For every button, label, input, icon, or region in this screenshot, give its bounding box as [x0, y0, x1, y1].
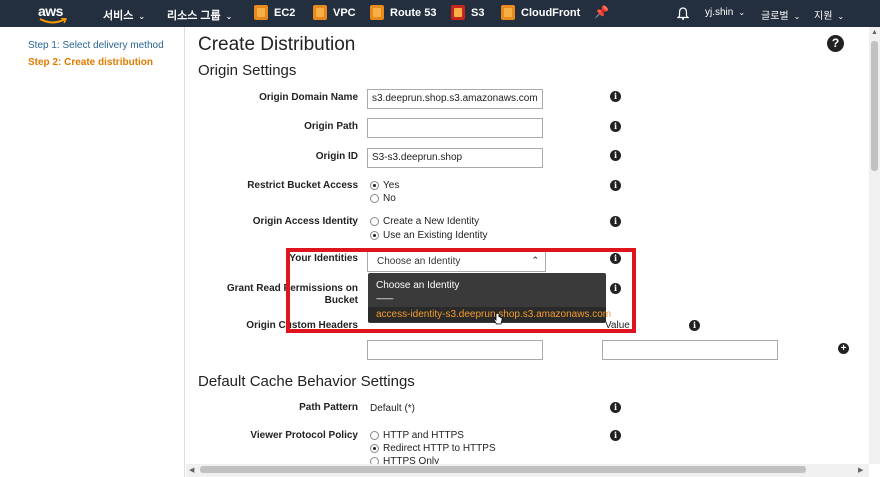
create-new-identity-radio[interactable]: Create a New Identity — [370, 216, 479, 227]
service-label: Route 53 — [390, 6, 437, 19]
http-and-https-radio[interactable]: HTTP and HTTPS — [370, 430, 464, 441]
scroll-up-arrow-icon[interactable]: ▲ — [871, 29, 878, 36]
chevron-down-icon: ⌄ — [837, 12, 845, 21]
vertical-scrollbar[interactable]: ▲ — [869, 27, 880, 464]
support-label: 지원 — [814, 11, 833, 22]
service-label: S3 — [471, 6, 485, 19]
resource-groups-label: 리소스 그룹 — [167, 10, 221, 22]
info-icon[interactable]: i — [610, 216, 621, 227]
origin-path-label: Origin Path — [304, 121, 358, 132]
use-existing-identity-radio[interactable]: Use an Existing Identity — [370, 230, 488, 241]
pin-icon[interactable]: 📌 — [594, 5, 609, 19]
services-menu[interactable]: 서비스 ⌄ — [103, 7, 145, 23]
region-menu[interactable]: 글로벌 ⌄ — [761, 7, 800, 22]
resource-groups-menu[interactable]: 리소스 그룹 ⌄ — [167, 7, 232, 23]
service-shortcut-vpc[interactable]: VPC — [313, 5, 356, 20]
origin-path-input[interactable] — [367, 118, 543, 138]
aws-logo[interactable]: aws — [38, 3, 68, 25]
s3-icon — [451, 5, 465, 20]
radio-label: HTTP and HTTPS — [383, 430, 464, 441]
viewer-protocol-policy-label: Viewer Protocol Policy — [250, 430, 358, 441]
info-icon[interactable]: i — [610, 91, 621, 102]
radio-label: Use an Existing Identity — [383, 230, 488, 241]
radio-selected[interactable] — [370, 181, 379, 190]
service-shortcut-s3[interactable]: S3 — [451, 5, 484, 20]
header-value-input[interactable] — [602, 340, 778, 360]
route53-icon — [370, 5, 384, 20]
aws-logo-text: aws — [38, 3, 63, 19]
aws-smile-icon — [39, 18, 67, 24]
radio-label: Yes — [383, 180, 400, 191]
chevron-down-icon: ⌄ — [138, 12, 146, 21]
info-icon[interactable]: i — [610, 402, 621, 413]
wizard-sidebar: Step 1: Select delivery method Step 2: C… — [0, 27, 185, 477]
vpc-icon — [313, 5, 327, 20]
hand-cursor-icon — [493, 313, 503, 325]
restrict-bucket-access-label: Restrict Bucket Access — [247, 180, 358, 191]
user-name: yj.shin — [705, 7, 734, 18]
origin-id-input[interactable]: S3-s3.deeprun.shop — [367, 148, 543, 168]
highlight-annotation-box — [286, 248, 636, 333]
ec2-icon — [254, 5, 268, 20]
service-label: EC2 — [274, 6, 296, 19]
vertical-scroll-thumb[interactable] — [871, 41, 878, 171]
service-label: CloudFront — [521, 6, 581, 19]
restrict-no-radio[interactable]: No — [370, 193, 396, 204]
origin-id-label: Origin ID — [315, 151, 358, 162]
cloudfront-icon — [501, 5, 515, 20]
info-icon[interactable]: i — [610, 150, 621, 161]
service-shortcut-route53[interactable]: Route 53 — [370, 5, 436, 20]
radio-selected[interactable] — [370, 444, 379, 453]
origin-domain-name-input[interactable]: s3.deeprun.shop.s3.amazonaws.com — [367, 89, 543, 109]
info-icon[interactable]: i — [689, 320, 700, 331]
info-icon[interactable]: i — [610, 430, 621, 441]
info-icon[interactable]: i — [610, 121, 621, 132]
origin-domain-name-label: Origin Domain Name — [259, 92, 358, 103]
radio-label: Create a New Identity — [383, 216, 480, 227]
chevron-down-icon: ⌄ — [793, 12, 801, 21]
default-cache-behavior-heading: Default Cache Behavior Settings — [198, 373, 415, 390]
support-menu[interactable]: 지원 ⌄ — [814, 7, 844, 22]
help-icon[interactable]: ? — [827, 35, 844, 52]
scroll-left-arrow-icon[interactable]: ◀ — [189, 466, 194, 474]
services-menu-label: 서비스 — [103, 10, 134, 22]
chevron-down-icon: ⌄ — [738, 8, 746, 17]
step-select-delivery-method[interactable]: Step 1: Select delivery method — [28, 40, 164, 51]
add-header-plus-icon[interactable]: + — [838, 343, 849, 354]
radio-label: No — [383, 193, 396, 204]
service-label: VPC — [333, 6, 356, 19]
origin-access-identity-label: Origin Access Identity — [252, 216, 358, 227]
radio-unselected[interactable] — [370, 431, 379, 440]
radio-unselected[interactable] — [370, 194, 379, 203]
step-create-distribution: Step 2: Create distribution — [28, 57, 154, 68]
bell-icon[interactable] — [677, 7, 689, 20]
service-shortcut-ec2[interactable]: EC2 — [254, 5, 295, 20]
top-navigation: aws 서비스 ⌄ 리소스 그룹 ⌄ EC2 VPC Route 53 S3 Clo… — [0, 0, 880, 27]
origin-settings-heading: Origin Settings — [198, 62, 297, 79]
radio-label: Redirect HTTP to HTTPS — [383, 443, 496, 454]
path-pattern-value: Default (*) — [370, 403, 416, 414]
radio-unselected[interactable] — [370, 217, 379, 226]
horizontal-scrollbar[interactable]: ◀ ▶ — [186, 464, 869, 477]
restrict-yes-radio[interactable]: Yes — [370, 180, 399, 191]
page-title: Create Distribution — [198, 34, 356, 55]
horizontal-scroll-thumb[interactable] — [200, 466, 806, 473]
path-pattern-label: Path Pattern — [299, 402, 358, 413]
header-name-input[interactable] — [367, 340, 543, 360]
radio-selected[interactable] — [370, 231, 379, 240]
scroll-right-arrow-icon[interactable]: ▶ — [858, 466, 863, 474]
redirect-http-to-https-radio[interactable]: Redirect HTTP to HTTPS — [370, 443, 496, 454]
user-menu[interactable]: yj.shin ⌄ — [705, 7, 745, 18]
chevron-down-icon: ⌄ — [225, 12, 233, 21]
service-shortcut-cloudfront[interactable]: CloudFront — [501, 5, 580, 20]
info-icon[interactable]: i — [610, 180, 621, 191]
region-label: 글로벌 — [761, 11, 789, 22]
